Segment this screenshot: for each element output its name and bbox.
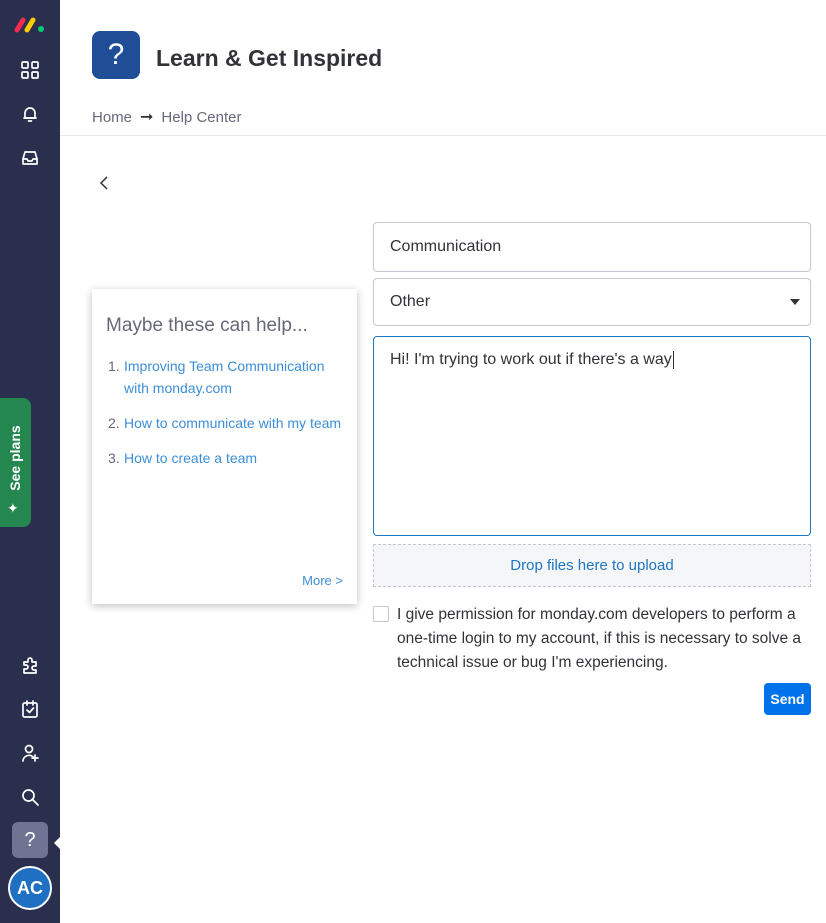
list-number: 3. — [108, 450, 120, 466]
sparkle-icon: ✦ — [7, 500, 19, 516]
suggestions-title: Maybe these can help... — [106, 315, 308, 336]
message-value: Hi! I'm trying to work out if there's a … — [390, 351, 674, 369]
list-item: 1. Improving Team Communication with mon… — [108, 355, 348, 399]
apps-grid-icon[interactable] — [18, 58, 42, 82]
message-textarea[interactable]: Hi! I'm trying to work out if there's a … — [373, 336, 811, 536]
list-number: 2. — [108, 415, 120, 431]
see-plans-button[interactable]: See plans ✦ — [0, 398, 31, 527]
monday-logo[interactable] — [14, 14, 46, 34]
add-user-icon[interactable] — [18, 741, 42, 765]
category-value: Other — [390, 293, 431, 310]
send-button[interactable]: Send — [764, 683, 811, 715]
header-divider — [60, 135, 826, 136]
page-title: Learn & Get Inspired — [156, 45, 383, 71]
subject-field[interactable]: Communication — [373, 222, 811, 272]
caret-down-icon — [790, 299, 800, 305]
active-indicator — [54, 836, 61, 850]
puzzle-icon[interactable] — [18, 653, 42, 677]
permission-checkbox[interactable] — [373, 606, 389, 622]
suggestions-list: 1. Improving Team Communication with mon… — [108, 355, 348, 482]
calendar-check-icon[interactable] — [18, 697, 42, 721]
more-link[interactable]: More > — [302, 573, 343, 588]
left-sidebar: See plans ✦ ? AC — [0, 0, 61, 923]
category-select[interactable]: Other — [373, 278, 811, 326]
permission-label: I give permission for monday.com develop… — [397, 606, 802, 671]
list-item: 2. How to communicate with my team — [108, 412, 348, 434]
help-center-icon: ? — [92, 31, 140, 79]
arrow-right-icon: ➞ — [140, 109, 154, 126]
help-icon[interactable]: ? — [12, 822, 48, 858]
message-text: Hi! I'm trying to work out if there's a … — [390, 351, 672, 369]
list-number: 1. — [108, 358, 120, 374]
breadcrumb-current[interactable]: Help Center — [161, 109, 241, 126]
file-dropzone[interactable]: Drop files here to upload — [373, 544, 811, 587]
breadcrumb-home[interactable]: Home — [92, 109, 132, 126]
breadcrumb: Home ➞ Help Center — [92, 107, 241, 127]
list-item: 3. How to create a team — [108, 447, 348, 469]
suggestion-link[interactable]: Improving Team Communication with monday… — [124, 355, 348, 399]
suggestions-card: Maybe these can help... 1. Improving Tea… — [92, 289, 357, 604]
inbox-icon[interactable] — [18, 146, 42, 170]
avatar[interactable]: AC — [8, 866, 52, 910]
bell-icon[interactable] — [18, 102, 42, 126]
search-icon[interactable] — [18, 785, 42, 809]
chevron-left-icon — [99, 176, 108, 190]
text-cursor — [672, 351, 674, 369]
subject-value: Communication — [390, 238, 502, 255]
back-button[interactable] — [95, 172, 113, 194]
suggestion-link[interactable]: How to communicate with my team — [124, 412, 341, 434]
suggestion-link[interactable]: How to create a team — [124, 447, 257, 469]
see-plans-label: See plans — [7, 425, 23, 491]
